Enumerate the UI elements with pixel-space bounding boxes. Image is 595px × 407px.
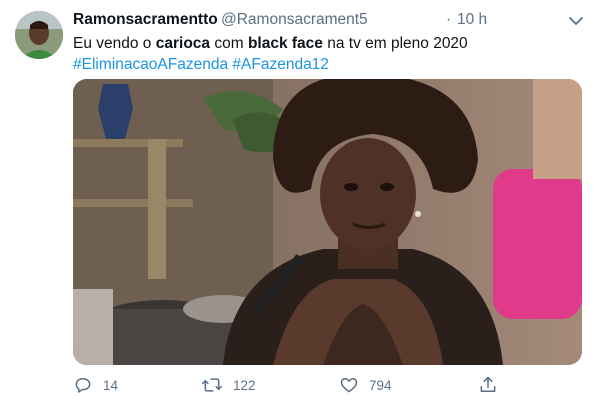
reply-button[interactable]: 14: [73, 372, 118, 398]
reply-icon: [73, 375, 93, 395]
like-count: 794: [369, 377, 392, 393]
like-button[interactable]: 794: [339, 372, 392, 398]
text-bold-part: black face: [247, 35, 323, 52]
tweet-text-line: Eu vendo o carioca com black face na tv …: [73, 33, 583, 54]
hashtag-line: #EliminacaoAFazenda #AFazenda12: [73, 54, 583, 75]
retweet-button[interactable]: 122: [201, 372, 256, 398]
tweet-media-image[interactable]: [73, 79, 582, 365]
share-icon: [478, 375, 498, 395]
text-part: com: [210, 35, 248, 52]
hashtag-link[interactable]: #EliminacaoAFazenda: [73, 56, 228, 73]
hashtag-link[interactable]: #AFazenda12: [232, 56, 329, 73]
chevron-down-icon[interactable]: [563, 8, 589, 34]
retweet-icon: [201, 375, 223, 395]
tweet-text: Eu vendo o carioca com black face na tv …: [73, 33, 583, 75]
retweet-count: 122: [233, 377, 256, 393]
user-handle[interactable]: @Ramonsacrament5: [221, 11, 368, 29]
reply-count: 14: [103, 377, 119, 393]
text-part: Eu vendo o: [73, 35, 156, 52]
separator-dot: ·: [446, 11, 452, 28]
timestamp[interactable]: 10 h: [457, 11, 487, 29]
share-button[interactable]: [478, 372, 498, 398]
display-name[interactable]: Ramonsacramentto: [73, 11, 218, 29]
tweet-header: Ramonsacramentto @Ramonsacrament5 · 10 h: [73, 10, 583, 32]
tweet-actions: 14 122 794: [73, 372, 583, 398]
text-bold-part: carioca: [155, 35, 211, 52]
avatar[interactable]: [15, 11, 63, 59]
text-part: na tv em pleno 2020: [322, 35, 468, 52]
heart-icon: [339, 375, 359, 395]
